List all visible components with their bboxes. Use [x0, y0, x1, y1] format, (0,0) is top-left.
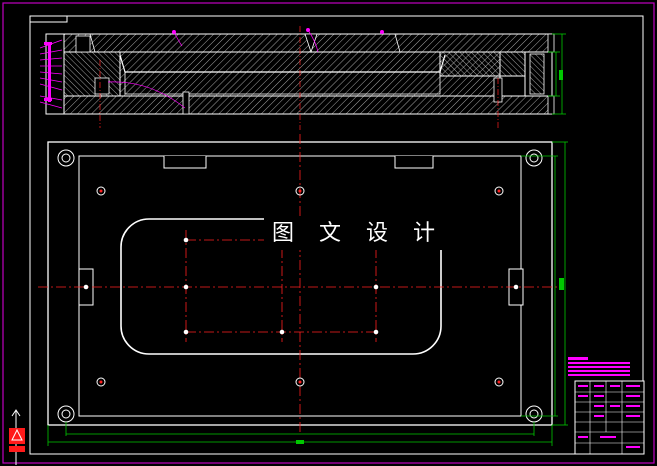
plan-view — [38, 134, 568, 446]
watermark-text: 图 文 设 计 — [264, 218, 452, 250]
top-section-view — [39, 26, 566, 130]
ucs-icon — [9, 409, 25, 465]
title-block — [568, 357, 645, 455]
